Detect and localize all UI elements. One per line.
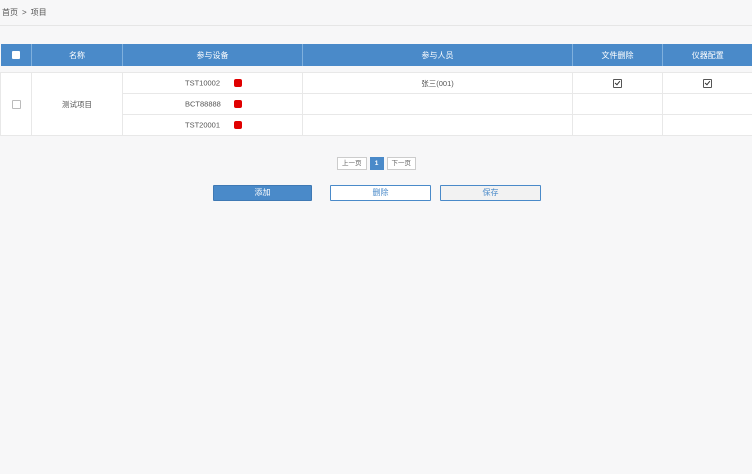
instrument-config-cell [662,93,752,115]
file-delete-checkbox[interactable] [613,78,622,88]
instrument-config-cell [662,72,752,94]
device-name: TST10002 [185,78,221,88]
header-name: 名称 [31,44,123,66]
header-devices: 参与设备 [122,44,303,66]
device-cell: BCT88888 [122,93,303,115]
breadcrumb: 首页 > 项目 [0,0,752,26]
breadcrumb-home[interactable]: 首页 [2,7,18,18]
device-name: TST20001 [185,120,221,130]
breadcrumb-current: 项目 [30,8,47,17]
file-delete-cell [572,114,663,136]
instrument-config-checkbox[interactable] [703,78,712,88]
table-row: 测试项目 TST10002 张三(001) [0,72,752,136]
device-status-indicator [234,79,242,87]
save-button[interactable]: 保存 [440,185,541,201]
project-name: 测试项目 [31,72,123,136]
device-status-indicator [234,121,242,129]
table-header-row: 名称 参与设备 参与人员 文件删除 仪器配置 [0,44,752,66]
person-cell [302,114,573,136]
add-button[interactable]: 添加 [213,185,312,201]
delete-button[interactable]: 删除 [330,185,431,201]
device-status-indicator [234,100,242,108]
device-cell: TST20001 [122,114,303,136]
page-1-button[interactable]: 1 [369,157,384,170]
header-file-delete: 文件删除 [572,44,663,66]
header-people: 参与人员 [302,44,573,66]
header-instrument-config: 仪器配置 [662,44,752,66]
header-select-all[interactable] [0,44,32,66]
select-all-checkbox[interactable] [11,51,20,60]
file-delete-cell [572,72,663,94]
person-cell: 张三(001) [302,72,573,94]
instrument-config-cell [662,114,752,136]
project-table: 名称 参与设备 参与人员 文件删除 仪器配置 测试项目 TST10002 张三(… [0,44,752,136]
next-page-button[interactable]: 下一页 [386,157,416,170]
device-cell: TST10002 [122,72,303,94]
prev-page-button[interactable]: 上一页 [337,157,367,170]
device-name: BCT88888 [185,99,221,109]
person-cell [302,93,573,115]
row-checkbox[interactable] [11,99,21,109]
breadcrumb-separator: > [22,8,27,17]
file-delete-cell [572,93,663,115]
row-select-cell [0,72,32,136]
pagination: 上一页 1 下一页 [337,157,416,170]
